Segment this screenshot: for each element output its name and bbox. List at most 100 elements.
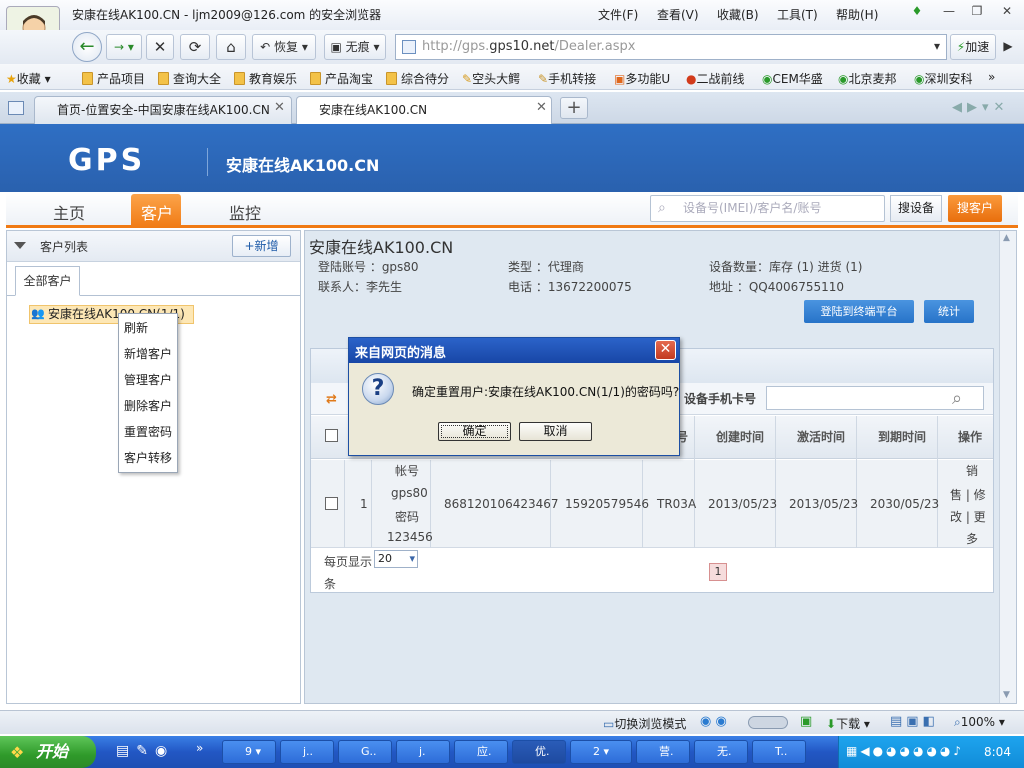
- window-icon: ▭: [603, 717, 615, 731]
- page-number[interactable]: 1: [709, 563, 727, 581]
- fav-item[interactable]: 教育娱乐: [234, 70, 297, 87]
- menu-file[interactable]: 文件(F): [598, 6, 638, 23]
- menu-manage-customer[interactable]: 管理客户: [124, 371, 172, 388]
- content-scrollbar[interactable]: [999, 231, 1016, 703]
- stop-icon[interactable]: ✕: [146, 34, 174, 60]
- question-icon: ?: [362, 373, 394, 405]
- traceless-button[interactable]: ▣ 无痕 ▾: [324, 34, 386, 60]
- taskbar-item[interactable]: 无.: [694, 740, 748, 764]
- login-terminal-button[interactable]: 登陆到终端平台: [804, 300, 914, 323]
- op-line[interactable]: 售 | 修: [950, 486, 986, 503]
- taskbar-item[interactable]: j.: [396, 740, 450, 764]
- taskbar-item[interactable]: 营.: [636, 740, 690, 764]
- address-bar[interactable]: http://gps.gps10.net/Dealer.aspx: [395, 34, 947, 60]
- search-device-button[interactable]: 搜设备: [890, 195, 942, 222]
- tab-list-icon[interactable]: [8, 101, 24, 115]
- search-icon[interactable]: ⌕: [952, 388, 962, 409]
- windows-logo-icon: ❖: [10, 743, 25, 762]
- fav-item[interactable]: 产品淘宝: [310, 70, 373, 87]
- taskbar-item[interactable]: G..: [338, 740, 392, 764]
- close-window-icon[interactable]: ✕: [996, 4, 1018, 20]
- zoom-control[interactable]: ⌕100% ▾: [954, 715, 1005, 730]
- fav-item[interactable]: ◉北京麦邦: [838, 70, 897, 87]
- menu-tools[interactable]: 工具(T): [777, 6, 818, 23]
- stats-button[interactable]: 统计: [924, 300, 974, 323]
- menu-delete-customer[interactable]: 删除客户: [124, 397, 172, 414]
- fav-item[interactable]: 查询大全: [158, 70, 221, 87]
- download-button[interactable]: ⬇下载 ▾: [826, 715, 870, 732]
- menu-help[interactable]: 帮助(H): [836, 6, 878, 23]
- more-favorites-icon[interactable]: »: [988, 70, 995, 84]
- undo-icon: ↶: [260, 40, 271, 54]
- ok-button[interactable]: 确定: [438, 422, 511, 441]
- taskbar-item-active[interactable]: 优.: [512, 740, 566, 764]
- accelerate-button[interactable]: ⚡加速: [950, 34, 996, 60]
- new-tab-icon[interactable]: +: [560, 97, 588, 119]
- op-line[interactable]: 改 | 更: [950, 508, 986, 525]
- fav-item[interactable]: 综合待分: [386, 70, 449, 87]
- op-line[interactable]: 多: [966, 530, 978, 547]
- quick-launch-icons[interactable]: ▤✎◉: [116, 743, 174, 759]
- go-icon[interactable]: ▶: [998, 34, 1018, 60]
- quick-launch-more[interactable]: »: [196, 741, 203, 755]
- menu-favorites[interactable]: 收藏(B): [717, 6, 759, 23]
- favorites-menu[interactable]: ★收藏 ▾: [6, 70, 51, 87]
- fav-item[interactable]: 产品项目: [82, 70, 145, 87]
- menu-refresh[interactable]: 刷新: [124, 319, 148, 336]
- fav-item[interactable]: ▣多功能U: [614, 70, 670, 87]
- close-tab-icon[interactable]: ✕: [536, 100, 547, 115]
- fav-item[interactable]: ✎手机转接: [538, 70, 596, 87]
- nav-customer[interactable]: 客户: [141, 200, 173, 224]
- menu-reset-password[interactable]: 重置密码: [124, 423, 172, 440]
- status-icons[interactable]: ◉ ◉: [700, 714, 727, 729]
- menu-transfer-customer[interactable]: 客户转移: [124, 449, 172, 466]
- menu-view[interactable]: 查看(V): [657, 6, 699, 23]
- scroll-up-icon[interactable]: ▲: [1003, 233, 1010, 243]
- tab-all-customers[interactable]: 全部客户: [15, 266, 80, 296]
- back-icon[interactable]: ←: [72, 32, 102, 62]
- restore-button[interactable]: ↶ 恢复 ▾: [252, 34, 316, 60]
- fav-item[interactable]: ◉CEM华盛: [762, 70, 823, 87]
- status-tool-icons[interactable]: ▤▣◧: [890, 714, 939, 729]
- cancel-button[interactable]: 取消: [519, 422, 592, 441]
- op-line[interactable]: 销: [966, 462, 978, 479]
- forward-icon[interactable]: → ▾: [106, 34, 142, 60]
- minimize-icon[interactable]: —: [938, 4, 960, 20]
- tab-scroll-icons[interactable]: ◀▶▾✕: [952, 100, 1009, 115]
- fav-item[interactable]: ◉深圳安科: [914, 70, 973, 87]
- scroll-down-icon[interactable]: ▼: [1003, 690, 1010, 700]
- fav-item[interactable]: ●二战前线: [686, 70, 745, 87]
- extension-icon[interactable]: ▣: [800, 714, 812, 729]
- skin-icon[interactable]: ♦: [906, 4, 928, 20]
- refresh-icon[interactable]: ⟳: [180, 34, 210, 60]
- fav-icon: ◉: [914, 72, 925, 86]
- close-tab-icon[interactable]: ✕: [274, 100, 285, 115]
- menu-add-customer[interactable]: 新增客户: [124, 345, 172, 362]
- nav-monitor[interactable]: 监控: [229, 200, 261, 224]
- select-all-checkbox[interactable]: [325, 429, 338, 442]
- page-size-select[interactable]: 20 ▾: [374, 550, 418, 568]
- add-customer-button[interactable]: +新增: [232, 235, 291, 257]
- browse-mode-toggle[interactable]: ▭切换浏览模式: [603, 715, 686, 732]
- tray-icons[interactable]: ▦◀●◕◕◕◕◕♪: [846, 744, 964, 758]
- home-icon[interactable]: ⌂: [216, 34, 246, 60]
- search-input[interactable]: 设备号(IMEI)/客户名/账号: [650, 195, 885, 222]
- nav-home[interactable]: 主页: [53, 200, 85, 224]
- taskbar-item[interactable]: 应.: [454, 740, 508, 764]
- taskbar-item[interactable]: 9 ▾: [222, 740, 276, 764]
- search-customer-button[interactable]: 搜客户: [948, 195, 1002, 222]
- tab-dealer[interactable]: 安康在线AK100.CN: [296, 96, 552, 125]
- toggle-switch[interactable]: [748, 716, 788, 729]
- taskbar-item[interactable]: 2 ▾: [570, 740, 632, 764]
- tab-home[interactable]: 首页-位置安全-中国安康在线AK100.CN: [34, 96, 292, 124]
- row-checkbox[interactable]: [325, 497, 338, 510]
- address-dropdown-icon[interactable]: ▾: [926, 34, 948, 60]
- taskbar-item[interactable]: T..: [752, 740, 806, 764]
- transfer-icon[interactable]: ⇄: [326, 392, 337, 407]
- dialog-close-icon[interactable]: ✕: [655, 340, 676, 360]
- taskbar-item[interactable]: j..: [280, 740, 334, 764]
- fav-item[interactable]: ✎空头大鳄: [462, 70, 520, 87]
- collapse-icon[interactable]: [14, 242, 26, 249]
- col-operation: 操作: [958, 430, 983, 444]
- maximize-icon[interactable]: ❐: [966, 4, 988, 20]
